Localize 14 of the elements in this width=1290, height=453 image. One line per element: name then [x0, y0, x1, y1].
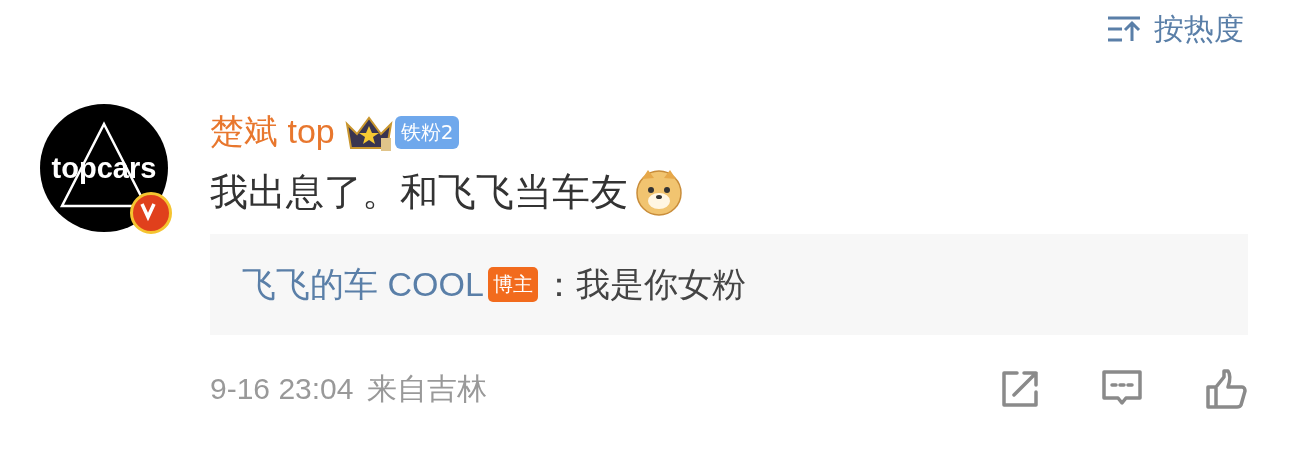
- reply-quote[interactable]: 飞飞的车 COOL 博主 ：我是你女粉: [210, 234, 1248, 335]
- dog-emoji-icon: [634, 167, 684, 217]
- author-name[interactable]: 楚斌 top: [210, 109, 335, 155]
- reply-text: ：我是你女粉: [541, 262, 746, 306]
- blogger-badge: 博主: [487, 267, 538, 302]
- comment-time: 9-16 23:04: [210, 372, 354, 406]
- sort-button[interactable]: 按热度: [1106, 4, 1244, 54]
- share-icon[interactable]: [1000, 369, 1040, 409]
- comment-text: 我出息了。和飞飞当车友: [210, 168, 628, 216]
- sort-icon: [1106, 15, 1142, 43]
- fan-badge: 铁粉2: [394, 115, 460, 149]
- like-icon[interactable]: [1204, 367, 1248, 411]
- reply-author[interactable]: 飞飞的车 COOL: [242, 261, 484, 308]
- comment-location: 来自吉林: [367, 370, 488, 407]
